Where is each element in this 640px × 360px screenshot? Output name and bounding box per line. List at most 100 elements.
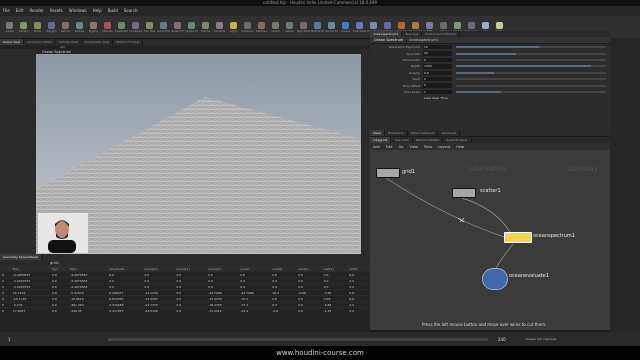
shelf-tool-create[interactable]: Create: [3, 17, 16, 37]
param-row: Loop Over Time: [370, 95, 610, 101]
shelf-tool-label: Volume: [200, 29, 211, 33]
param-slider[interactable]: [456, 46, 606, 49]
shelf-tool-oceans[interactable]: Oceans: [339, 17, 352, 37]
shelf-tool-texture[interactable]: Texture: [73, 17, 86, 37]
shelf-tool-rigging[interactable]: Rigging: [87, 17, 100, 37]
shelf-tool-label: Particles: [256, 29, 267, 33]
shelf-tool-particles[interactable]: Particles: [255, 17, 268, 37]
shelf-tool-vellum[interactable]: Vellum: [283, 17, 296, 37]
menu-item-windows[interactable]: Windows: [66, 6, 90, 16]
network-menu-edit[interactable]: Edit: [383, 145, 396, 149]
shelf-tool-muscles[interactable]: Muscles: [101, 17, 114, 37]
tab-param-0[interactable]: Wave: [370, 130, 386, 136]
param-field[interactable]: 50: [423, 51, 452, 56]
shelf-tool-label: Polygon: [46, 29, 57, 33]
param-slider[interactable]: [456, 65, 606, 68]
shelf-tool-label: Terrain FX: [171, 29, 184, 33]
network-menu-go[interactable]: Go: [396, 145, 407, 149]
sheet-node-label[interactable]: grid1: [0, 261, 59, 265]
tab-param-3[interactable]: Advanced: [438, 130, 461, 136]
network-menu-tools[interactable]: Tools: [421, 145, 436, 149]
network-editor[interactable]: Indie Edition Geometry grid1 scatter1 oc…: [370, 150, 610, 330]
param-field[interactable]: 10: [423, 44, 452, 50]
shelf-tool-terrain-fx[interactable]: Terrain FX: [171, 17, 184, 37]
network-menu-layout[interactable]: Layout: [435, 145, 453, 149]
shelf-tool-modify[interactable]: Modify: [17, 17, 30, 37]
shelf-tool-model[interactable]: Model: [31, 17, 44, 37]
table-cell: 0.0: [49, 307, 69, 313]
table-cell: -0.6: [270, 307, 296, 313]
network-menu-help[interactable]: Help: [453, 145, 467, 149]
shelf-tool-label: Deform: [60, 29, 71, 33]
timeline-end[interactable]: 240: [488, 337, 506, 342]
param-slider[interactable]: [456, 52, 606, 55]
shelf-tool-polygon[interactable]: Polygon: [45, 17, 58, 37]
shelf-tool-label: Hair Utils: [143, 29, 156, 33]
shelf-tool-deform[interactable]: Deform: [59, 17, 72, 37]
menu-item-assets[interactable]: Assets: [47, 6, 66, 16]
parameter-panel: Resolution Exponent 10 Grid Size 50 Grid Cen…: [370, 44, 610, 130]
shelf-tool-grains[interactable]: Grains: [269, 17, 282, 37]
shelf-tool-fluid-containers[interactable]: Fluid Containers: [353, 17, 366, 37]
shelf-tool-icon: [48, 21, 55, 29]
node-oceanspectrum1[interactable]: [504, 232, 532, 243]
shelf-tool-volume[interactable]: Volume: [199, 17, 212, 37]
shelf-tool-label: Particle Fluids: [311, 29, 324, 33]
shelf-tool-lights[interactable]: Lights: [227, 17, 240, 37]
menu-item-build[interactable]: Build: [105, 6, 121, 16]
menu-item-edit[interactable]: Edit: [13, 6, 27, 16]
shelf-tool-icon: [482, 21, 489, 29]
param-field[interactable]: 0: [423, 76, 452, 82]
table-cell: 0.0: [174, 307, 207, 313]
node-name-field[interactable]: oceanspectrum1: [403, 38, 438, 42]
shelf-tool-icon: [188, 21, 195, 29]
param-field[interactable]: 9.8: [423, 70, 452, 75]
shelf-tool-label: Vellum: [285, 29, 294, 33]
shelf-tool-label: Muscles: [102, 29, 113, 33]
node-label-grid1: grid1: [402, 169, 415, 175]
shelf-tool-cameras[interactable]: Cameras: [213, 17, 226, 37]
node-oceanevaluate1[interactable]: [482, 268, 508, 290]
tab-param-2[interactable]: Wave Instances: [408, 130, 439, 136]
shelf-tool-guide-process[interactable]: Guide Process: [157, 17, 170, 37]
node-grid1[interactable]: [376, 168, 400, 178]
webcam-overlay: [38, 213, 88, 253]
current-frame[interactable]: 1: [0, 337, 48, 342]
shelf-tool-icon: [496, 21, 503, 29]
param-field[interactable]: 1: [423, 89, 452, 95]
timeline-slider[interactable]: [108, 337, 488, 341]
param-slider[interactable]: [456, 90, 606, 93]
shelf-tool-rigid-bodies[interactable]: Rigid Bodies: [297, 17, 310, 37]
param-field[interactable]: Loop Over Time: [423, 96, 484, 101]
network-menu-view[interactable]: View: [406, 145, 420, 149]
menu-item-file[interactable]: File: [0, 6, 13, 16]
shelf-tool-icon: [370, 21, 377, 29]
shelf-tool-viscous-fluids[interactable]: Viscous Fluids: [325, 17, 338, 37]
shelf-tool-icon: [328, 21, 335, 29]
shelf-tool-icon: [440, 21, 447, 29]
param-slider[interactable]: [456, 71, 606, 74]
shelf-tool-hair-utils[interactable]: Hair Utils: [143, 17, 156, 37]
param-slider[interactable]: [456, 58, 606, 61]
menu-item-help[interactable]: Help: [90, 6, 105, 16]
param-header: Ocean Spectrum oceanspectrum1: [370, 37, 610, 43]
node-scatter1[interactable]: [452, 188, 476, 198]
param-field[interactable]: 0: [423, 83, 452, 88]
menu-item-render[interactable]: Render: [26, 6, 46, 16]
shelf-tool-label: Grains: [271, 29, 280, 33]
shelf-tool-collisions[interactable]: Collisions: [241, 17, 254, 37]
right-side-toolbar: [610, 38, 640, 332]
param-label: Resolution Exponent: [389, 45, 420, 50]
param-field[interactable]: 1000: [423, 64, 452, 69]
param-field[interactable]: 0: [423, 57, 452, 63]
shelf-tool-particle-fluids[interactable]: Particle Fluids: [311, 17, 324, 37]
shelf-tool-constraints[interactable]: Constraints: [129, 17, 142, 37]
tab-param-1[interactable]: Resolution: [385, 130, 408, 136]
network-menu-add[interactable]: Add: [370, 145, 383, 149]
shelf-tool-characters[interactable]: Characters: [115, 17, 128, 37]
menu-item-search[interactable]: Search: [121, 6, 141, 16]
param-slider[interactable]: [456, 78, 606, 81]
shelf-tool-simple-fx[interactable]: Simple FX: [185, 17, 198, 37]
table-cell: 6: [0, 307, 11, 313]
param-slider[interactable]: [456, 84, 606, 87]
